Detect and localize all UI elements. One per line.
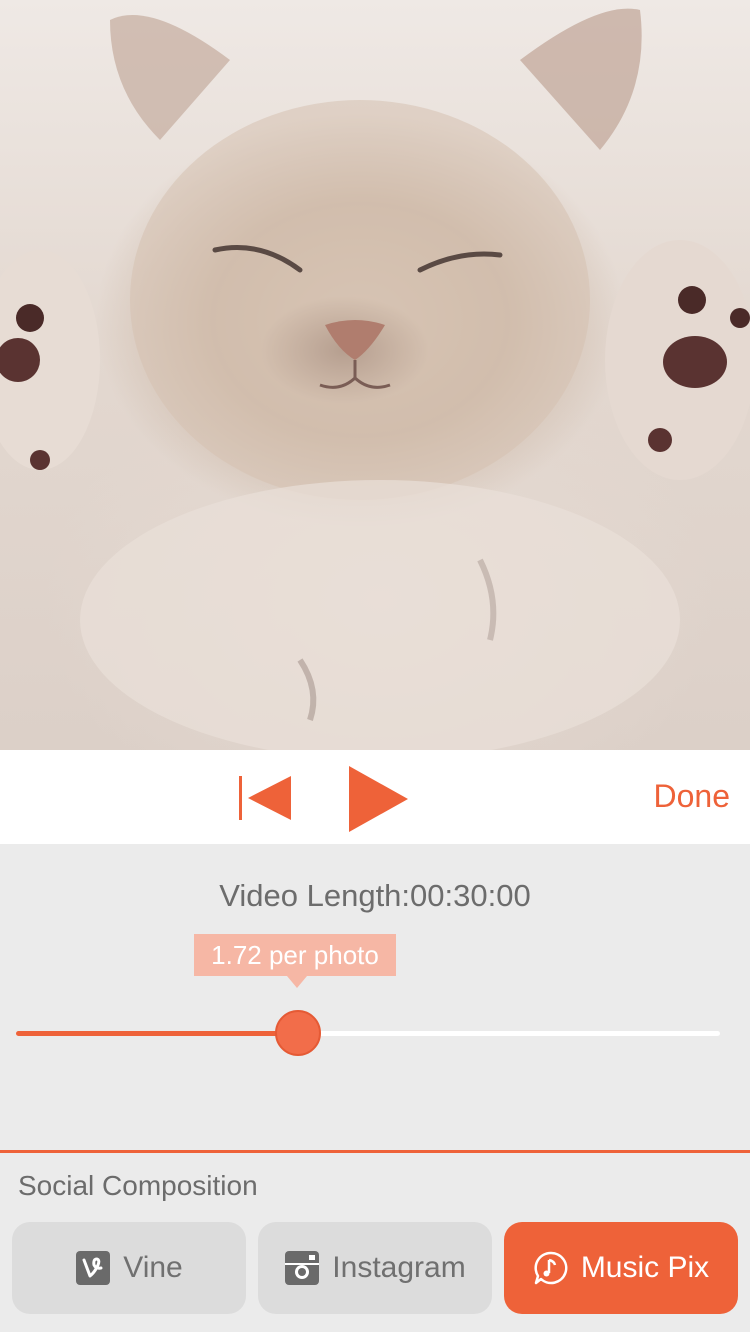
tooltip-arrow: [287, 976, 307, 988]
vine-label: Vine: [123, 1251, 183, 1284]
kitten-photo: [0, 0, 750, 750]
duration-slider[interactable]: [16, 1031, 720, 1036]
play-button[interactable]: [346, 764, 412, 834]
done-button[interactable]: Done: [654, 778, 731, 815]
instagram-icon: [284, 1250, 320, 1286]
slider-fill: [16, 1031, 298, 1036]
section-divider: [0, 1150, 750, 1153]
music-pix-button[interactable]: Music Pix: [504, 1222, 738, 1314]
per-photo-tooltip: 1.72 per photo: [194, 934, 396, 976]
play-icon: [349, 766, 408, 832]
slider-thumb[interactable]: [274, 1010, 321, 1056]
kitten-illustration: [0, 8, 750, 750]
social-composition-title: Social Composition: [18, 1170, 258, 1201]
music-pix-label: Music Pix: [580, 1251, 710, 1284]
music-note-icon: [533, 1250, 569, 1286]
vine-button[interactable]: Vine: [12, 1222, 246, 1314]
skip-to-start-button[interactable]: [236, 772, 296, 824]
skip-to-start-icon: [239, 776, 291, 820]
vine-icon: [75, 1250, 111, 1286]
instagram-button[interactable]: Instagram: [258, 1222, 492, 1314]
instagram-label: Instagram: [332, 1251, 466, 1284]
video-length-label: Video Length:00:30:00: [219, 878, 531, 913]
